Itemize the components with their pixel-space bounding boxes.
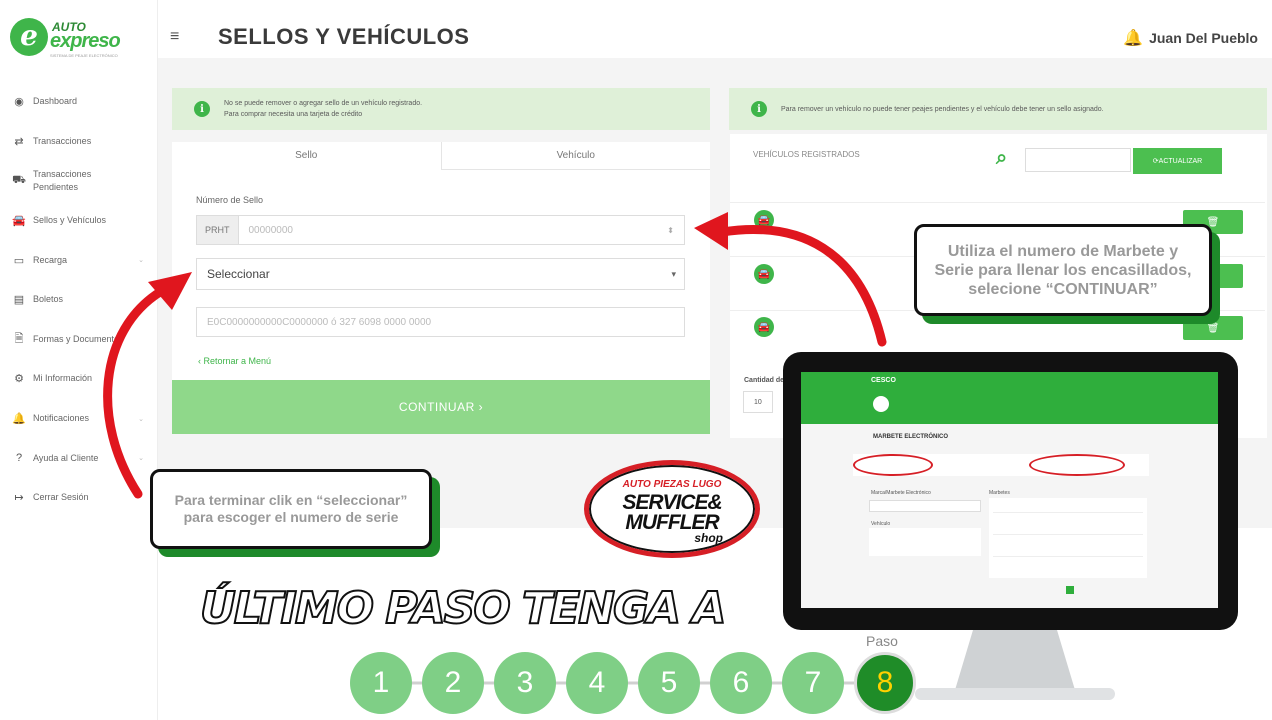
step-5: 5 [638,652,700,714]
divider [993,512,1143,513]
screen-logo: CESCO [871,377,896,384]
step-3: 3 [494,652,556,714]
step-4: 4 [566,652,628,714]
screen-section-title: MARBETE ELECTRÓNICO [873,434,948,440]
badge-line4: shop [694,531,723,545]
paso-label: Paso [866,633,898,649]
screen-vehicle-label: Vehículo [871,521,891,527]
step-7: 7 [782,652,844,714]
service-muffler-logo: AUTO PIEZAS LUGO SERVICE& MUFFLER shop [584,460,760,558]
avatar [873,396,889,412]
caption-text: ÚLTIMO PASO TENGA A [199,582,727,635]
arrow-head-right [694,212,728,250]
monitor-illustration: CESCO MARBETE ELECTRÓNICO Marca/Marbete … [783,352,1238,630]
callout-select-tip: Para terminar clik en “seleccionar” para… [150,469,432,549]
highlight-ellipse [853,454,933,476]
screen-root: e AUTO expreso SISTEMA DE PEAJE ELECTRÓN… [0,0,1272,720]
step-6: 6 [710,652,772,714]
screen-vehicle-card [869,528,981,556]
callout-right-line2: Serie para llenar los encasillados, [934,261,1192,279]
pagination-active [1066,586,1074,594]
step-1: 1 [350,652,412,714]
callout-right-line1: Utiliza el numero de Marbete y [947,242,1179,260]
step-2: 2 [422,652,484,714]
monitor-stand [955,630,1075,690]
divider [993,556,1143,557]
callout-left-line2: para escoger el numero de serie [183,509,399,525]
monitor-base [915,688,1115,700]
arrow-to-select [103,287,165,499]
divider [993,534,1143,535]
callout-instructions: Utiliza el numero de Marbete y Serie par… [914,224,1212,316]
screen-table [989,498,1147,578]
highlight-ellipse [1029,454,1125,476]
callout-right-line3: selecione “CONTINUAR” [968,280,1158,298]
screen-header: CESCO [801,372,1218,424]
screen-col-left: Marca/Marbete Electrónico [871,490,931,496]
screen-select [869,500,981,512]
step-8: 8 [854,652,916,714]
step-indicator: 12345678 [350,652,916,714]
badge-line3: MUFFLER [625,511,719,534]
callout-left-line1: Para terminar clik en “seleccionar” [174,492,408,508]
arrow-to-input [717,225,887,347]
monitor-screen: CESCO MARBETE ELECTRÓNICO Marca/Marbete … [801,372,1218,608]
screen-col-right: Marbetes [989,490,1010,496]
badge-line1: AUTO PIEZAS LUGO [622,479,722,490]
